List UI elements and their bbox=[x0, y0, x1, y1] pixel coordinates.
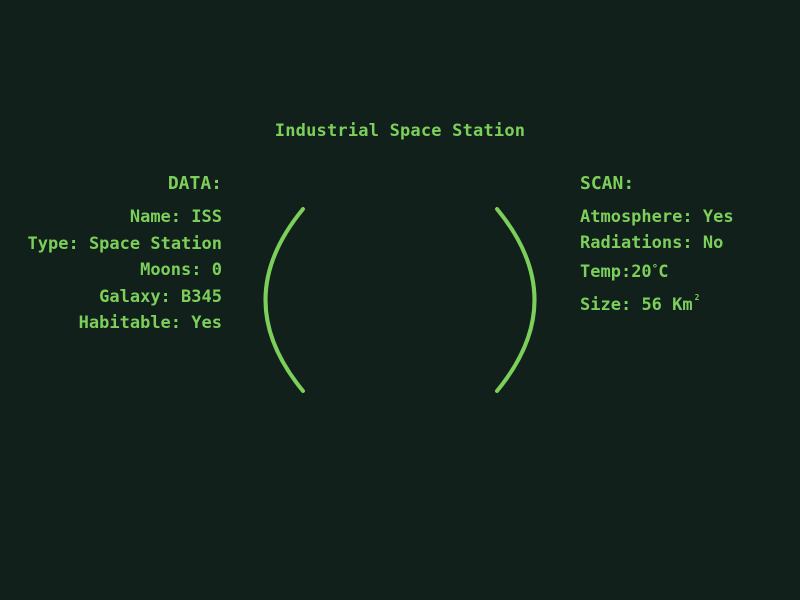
data-label-habitable: Habitable: bbox=[78, 313, 182, 333]
data-value-galaxy: B345 bbox=[181, 286, 222, 307]
scan-value-temp: 20 bbox=[631, 262, 652, 282]
scan-label-radiations: Radiations: bbox=[580, 233, 693, 253]
scan-label-temp: Temp: bbox=[580, 262, 632, 282]
data-label-moons: Moons: bbox=[140, 260, 202, 280]
data-label-type: Type: bbox=[27, 233, 79, 254]
scan-value-atmosphere: Yes bbox=[702, 207, 734, 227]
scan-row-radiations: Radiations: No bbox=[580, 230, 790, 256]
data-value-habitable: Yes bbox=[191, 313, 222, 333]
scanner-brackets bbox=[263, 207, 537, 393]
scan-label-atmosphere: Atmosphere: bbox=[580, 207, 693, 227]
data-row-galaxy: Galaxy: B345 bbox=[20, 284, 222, 311]
scan-value-size: 56 Km bbox=[641, 295, 693, 315]
data-panel: DATA: Name: ISS Type: Space Station Moon… bbox=[20, 172, 223, 337]
data-heading: DATA: bbox=[167, 173, 222, 194]
data-label-name: Name: bbox=[129, 207, 182, 227]
scan-heading: SCAN: bbox=[580, 173, 635, 194]
data-label-galaxy: Galaxy: bbox=[99, 286, 171, 307]
scan-row-size: Size: 56 Km 2 bbox=[580, 285, 790, 318]
scan-value-radiations: No bbox=[702, 233, 724, 253]
scanner-right-bracket bbox=[495, 207, 537, 393]
scan-unit-temp: C bbox=[658, 262, 669, 282]
scan-panel: SCAN: Atmosphere: Yes Radiations: No Tem… bbox=[580, 172, 790, 318]
data-row-habitable: Habitable: Yes bbox=[20, 310, 222, 337]
data-value-name: ISS bbox=[191, 207, 222, 227]
scan-row-temp: Temp:20°C bbox=[580, 256, 790, 285]
scan-label-size: Size: bbox=[580, 295, 632, 315]
size-exponent: 2 bbox=[694, 293, 700, 302]
data-row-name: Name: ISS bbox=[20, 204, 222, 231]
planet-title: Industrial Space Station bbox=[274, 121, 526, 141]
data-row-type: Type: Space Station bbox=[20, 231, 223, 258]
data-row-moons: Moons: 0 bbox=[20, 257, 222, 284]
data-value-type: Space Station bbox=[88, 233, 222, 254]
scan-row-atmosphere: Atmosphere: Yes bbox=[580, 204, 790, 230]
scanner-left-bracket bbox=[263, 207, 305, 393]
data-value-moons: 0 bbox=[211, 260, 222, 280]
